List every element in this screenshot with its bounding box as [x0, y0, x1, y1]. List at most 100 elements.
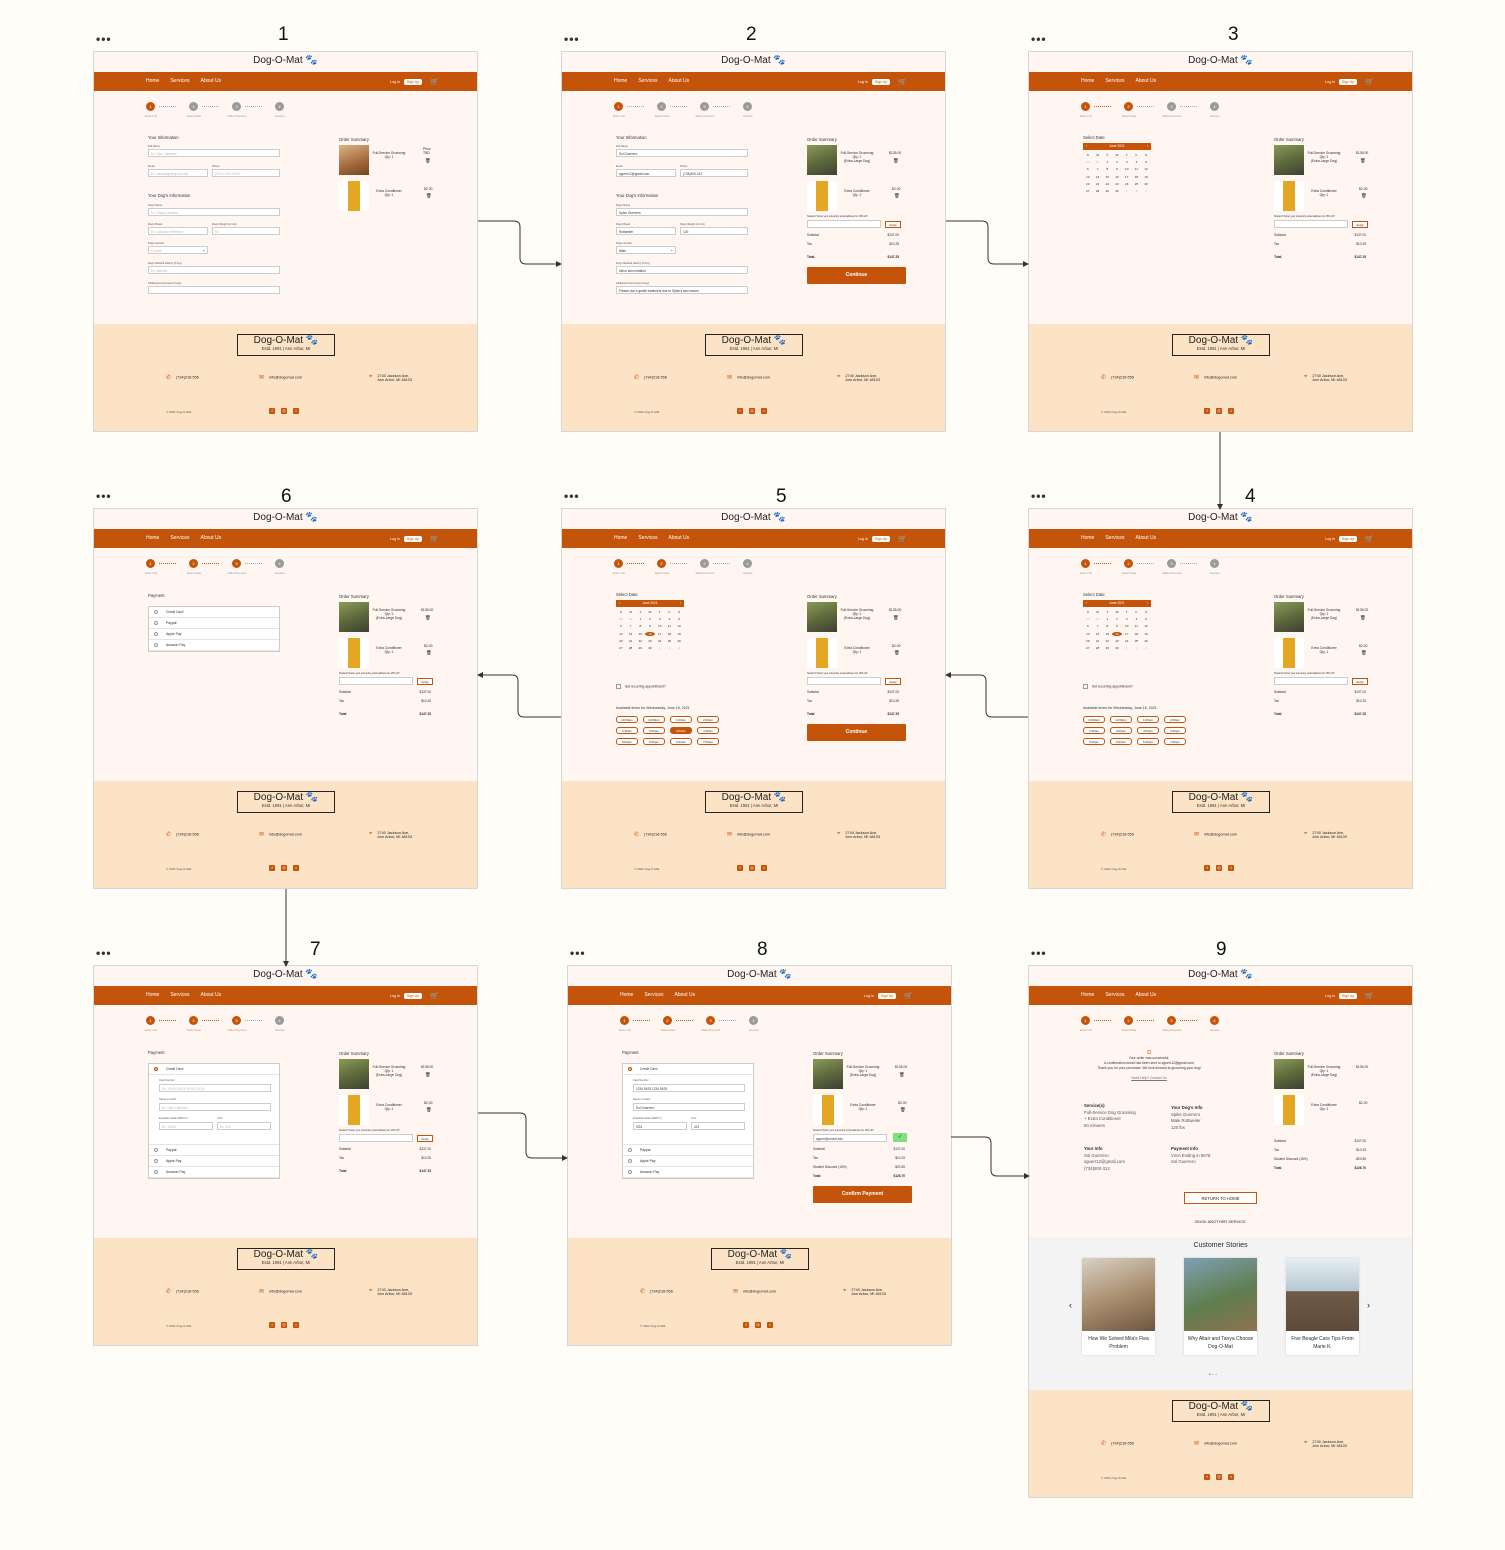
name-on-card-input[interactable]: Sol Guerrero	[633, 1103, 745, 1111]
dog-breed-field[interactable]: Rottweiler	[616, 227, 676, 235]
cart-icon[interactable]: 🛒	[1365, 535, 1374, 543]
trash-icon[interactable]: 🗑	[1360, 158, 1366, 164]
calendar-day[interactable]: 23	[645, 639, 655, 643]
radio-button[interactable]	[154, 632, 158, 637]
trash-icon[interactable]: 🗑	[894, 650, 900, 656]
signup-button[interactable]: Sign Up	[403, 79, 423, 85]
calendar-day[interactable]: 6	[1083, 624, 1093, 628]
calendar-day[interactable]: 1	[1102, 617, 1112, 621]
date-calendar[interactable]: ‹ June 2021 › S M T W T F S 30 31 1 2 3 4 5 6 7 8 9 10 11 12 13 1…	[1083, 143, 1151, 213]
payment-option[interactable]: Paypal	[149, 1145, 279, 1156]
trash-icon[interactable]: 🗑	[1361, 193, 1367, 199]
expiry-input[interactable]: 9/24	[633, 1122, 687, 1130]
more-icon[interactable]: •••	[570, 946, 586, 960]
chevron-right-icon[interactable]: ›	[1367, 1300, 1370, 1310]
more-icon[interactable]: •••	[96, 946, 112, 960]
more-icon[interactable]: •••	[1031, 946, 1047, 960]
chevron-left-icon[interactable]: ‹	[1086, 143, 1087, 150]
calendar-day[interactable]: 21	[1093, 639, 1103, 643]
card-number-input[interactable]: 1234 5678 1234 5678	[633, 1084, 745, 1092]
time-slot[interactable]: 3:00pm	[643, 727, 665, 734]
dog-gender-select[interactable]: Female	[148, 246, 208, 254]
calendar-day[interactable]: 14	[626, 632, 636, 636]
calendar-day[interactable]: 29	[1102, 189, 1112, 193]
site-logo[interactable]: Dog-O-Mat 🐾	[94, 969, 477, 986]
footer-phone[interactable]: (734)218-556	[644, 833, 667, 837]
cart-icon[interactable]: 🛒	[430, 992, 439, 1000]
calendar-day[interactable]: 30	[1112, 189, 1122, 193]
footer-phone[interactable]: (734)218-556	[1111, 376, 1134, 380]
calendar-day[interactable]: 3	[1122, 617, 1132, 621]
calendar-day[interactable]: 3	[674, 646, 684, 650]
footer-phone[interactable]: (734)218-556	[650, 1290, 673, 1294]
nav-link[interactable]: About Us	[669, 535, 690, 541]
dog-name-field[interactable]: Spike Guerrero	[616, 208, 748, 216]
calendar-day[interactable]: 2	[645, 617, 655, 621]
calendar-day[interactable]: 28	[1093, 189, 1103, 193]
footer-phone[interactable]: (734)218-556	[176, 376, 199, 380]
chevron-right-icon[interactable]: ›	[1147, 143, 1148, 150]
calendar-day[interactable]: 1	[1122, 646, 1132, 650]
calendar-day[interactable]: 3	[1141, 646, 1151, 650]
nav-link[interactable]: About Us	[201, 535, 222, 541]
site-logo[interactable]: Dog-O-Mat 🐾	[1029, 512, 1412, 529]
dog-weight-field[interactable]: 120	[680, 227, 748, 235]
calendar-day[interactable]: 12	[1141, 624, 1151, 628]
nav-link[interactable]: Home	[614, 78, 627, 84]
trash-icon[interactable]: 🗑	[425, 615, 431, 621]
calendar-day[interactable]: 1	[635, 617, 645, 621]
calendar-day[interactable]: 17	[1122, 175, 1132, 179]
facebook-icon[interactable]: f	[1204, 408, 1210, 414]
login-link[interactable]: Log In	[390, 537, 400, 541]
time-slot[interactable]: 10:00am	[616, 716, 638, 723]
calendar-day[interactable]: 27	[1083, 646, 1093, 650]
signup-button[interactable]: Sign Up	[1338, 536, 1358, 542]
footer-email[interactable]: info@dogomat.com	[1204, 1442, 1237, 1446]
calendar-day[interactable]: 10	[1122, 167, 1132, 171]
chevron-left-icon[interactable]: ‹	[1069, 1300, 1072, 1310]
calendar-day[interactable]: 19	[674, 632, 684, 636]
time-slot[interactable]: 1:00pm	[670, 716, 692, 723]
site-logo[interactable]: Dog-O-Mat 🐾	[568, 969, 951, 986]
time-slot[interactable]: 4:00pm	[670, 727, 692, 734]
facebook-icon[interactable]: f	[269, 865, 275, 871]
email-field[interactable]: sguerr12@gmail.com	[616, 169, 676, 177]
time-slot[interactable]: 1:00pm	[1137, 716, 1159, 723]
calendar-day[interactable]: 2	[1112, 617, 1122, 621]
calendar-day[interactable]: 26	[674, 639, 684, 643]
instagram-icon[interactable]: ◎	[1216, 408, 1222, 414]
cart-icon[interactable]: 🛒	[430, 78, 439, 86]
continue-button[interactable]: Continue	[807, 267, 906, 284]
calendar-day[interactable]: 24	[655, 639, 665, 643]
story-card[interactable]: How We Solved Mila's Flea Problem	[1082, 1258, 1155, 1355]
calendar-day[interactable]: 16	[645, 631, 655, 636]
time-slot[interactable]: 2:00pm	[697, 716, 719, 723]
calendar-day[interactable]: 30	[1083, 617, 1093, 621]
card-number-input[interactable]: Ex. XXXX-XXXX-XXXX-XXXX	[159, 1084, 271, 1092]
login-link[interactable]: Log In	[390, 994, 400, 998]
time-slot[interactable]: 2:00pm	[1164, 716, 1186, 723]
cart-icon[interactable]: 🛒	[430, 535, 439, 543]
signup-button[interactable]: Sign Up	[871, 536, 891, 542]
payment-option[interactable]: Credit Card	[149, 1064, 279, 1075]
return-home-button[interactable]: RETURN TO HOME	[1184, 1192, 1257, 1204]
calendar-day[interactable]: 16	[1112, 631, 1122, 636]
calendar-day[interactable]: 8	[1102, 624, 1112, 628]
time-slot[interactable]: 6:00pm	[643, 738, 665, 745]
calendar-day[interactable]: 4	[1132, 617, 1142, 621]
facebook-icon[interactable]: f	[737, 865, 743, 871]
facebook-icon[interactable]: f	[269, 408, 275, 414]
payment-option[interactable]: Amazon Pay	[623, 1167, 753, 1178]
calendar-day[interactable]: 1	[1102, 160, 1112, 164]
site-logo[interactable]: Dog-O-Mat 🐾	[1029, 969, 1412, 986]
site-logo[interactable]: Dog-O-Mat 🐾	[94, 55, 477, 72]
footer-phone[interactable]: (734)218-556	[176, 833, 199, 837]
calendar-day[interactable]: 26	[1141, 639, 1151, 643]
dog-weight-field[interactable]: 50	[212, 227, 280, 235]
promo-input[interactable]	[1274, 220, 1348, 228]
facebook-icon[interactable]: f	[1204, 1474, 1210, 1480]
time-slot[interactable]: 7:00pm	[1164, 738, 1186, 745]
login-link[interactable]: Log In	[390, 80, 400, 84]
trash-icon[interactable]: 🗑	[425, 1072, 431, 1078]
calendar-day[interactable]: 11	[1132, 624, 1142, 628]
